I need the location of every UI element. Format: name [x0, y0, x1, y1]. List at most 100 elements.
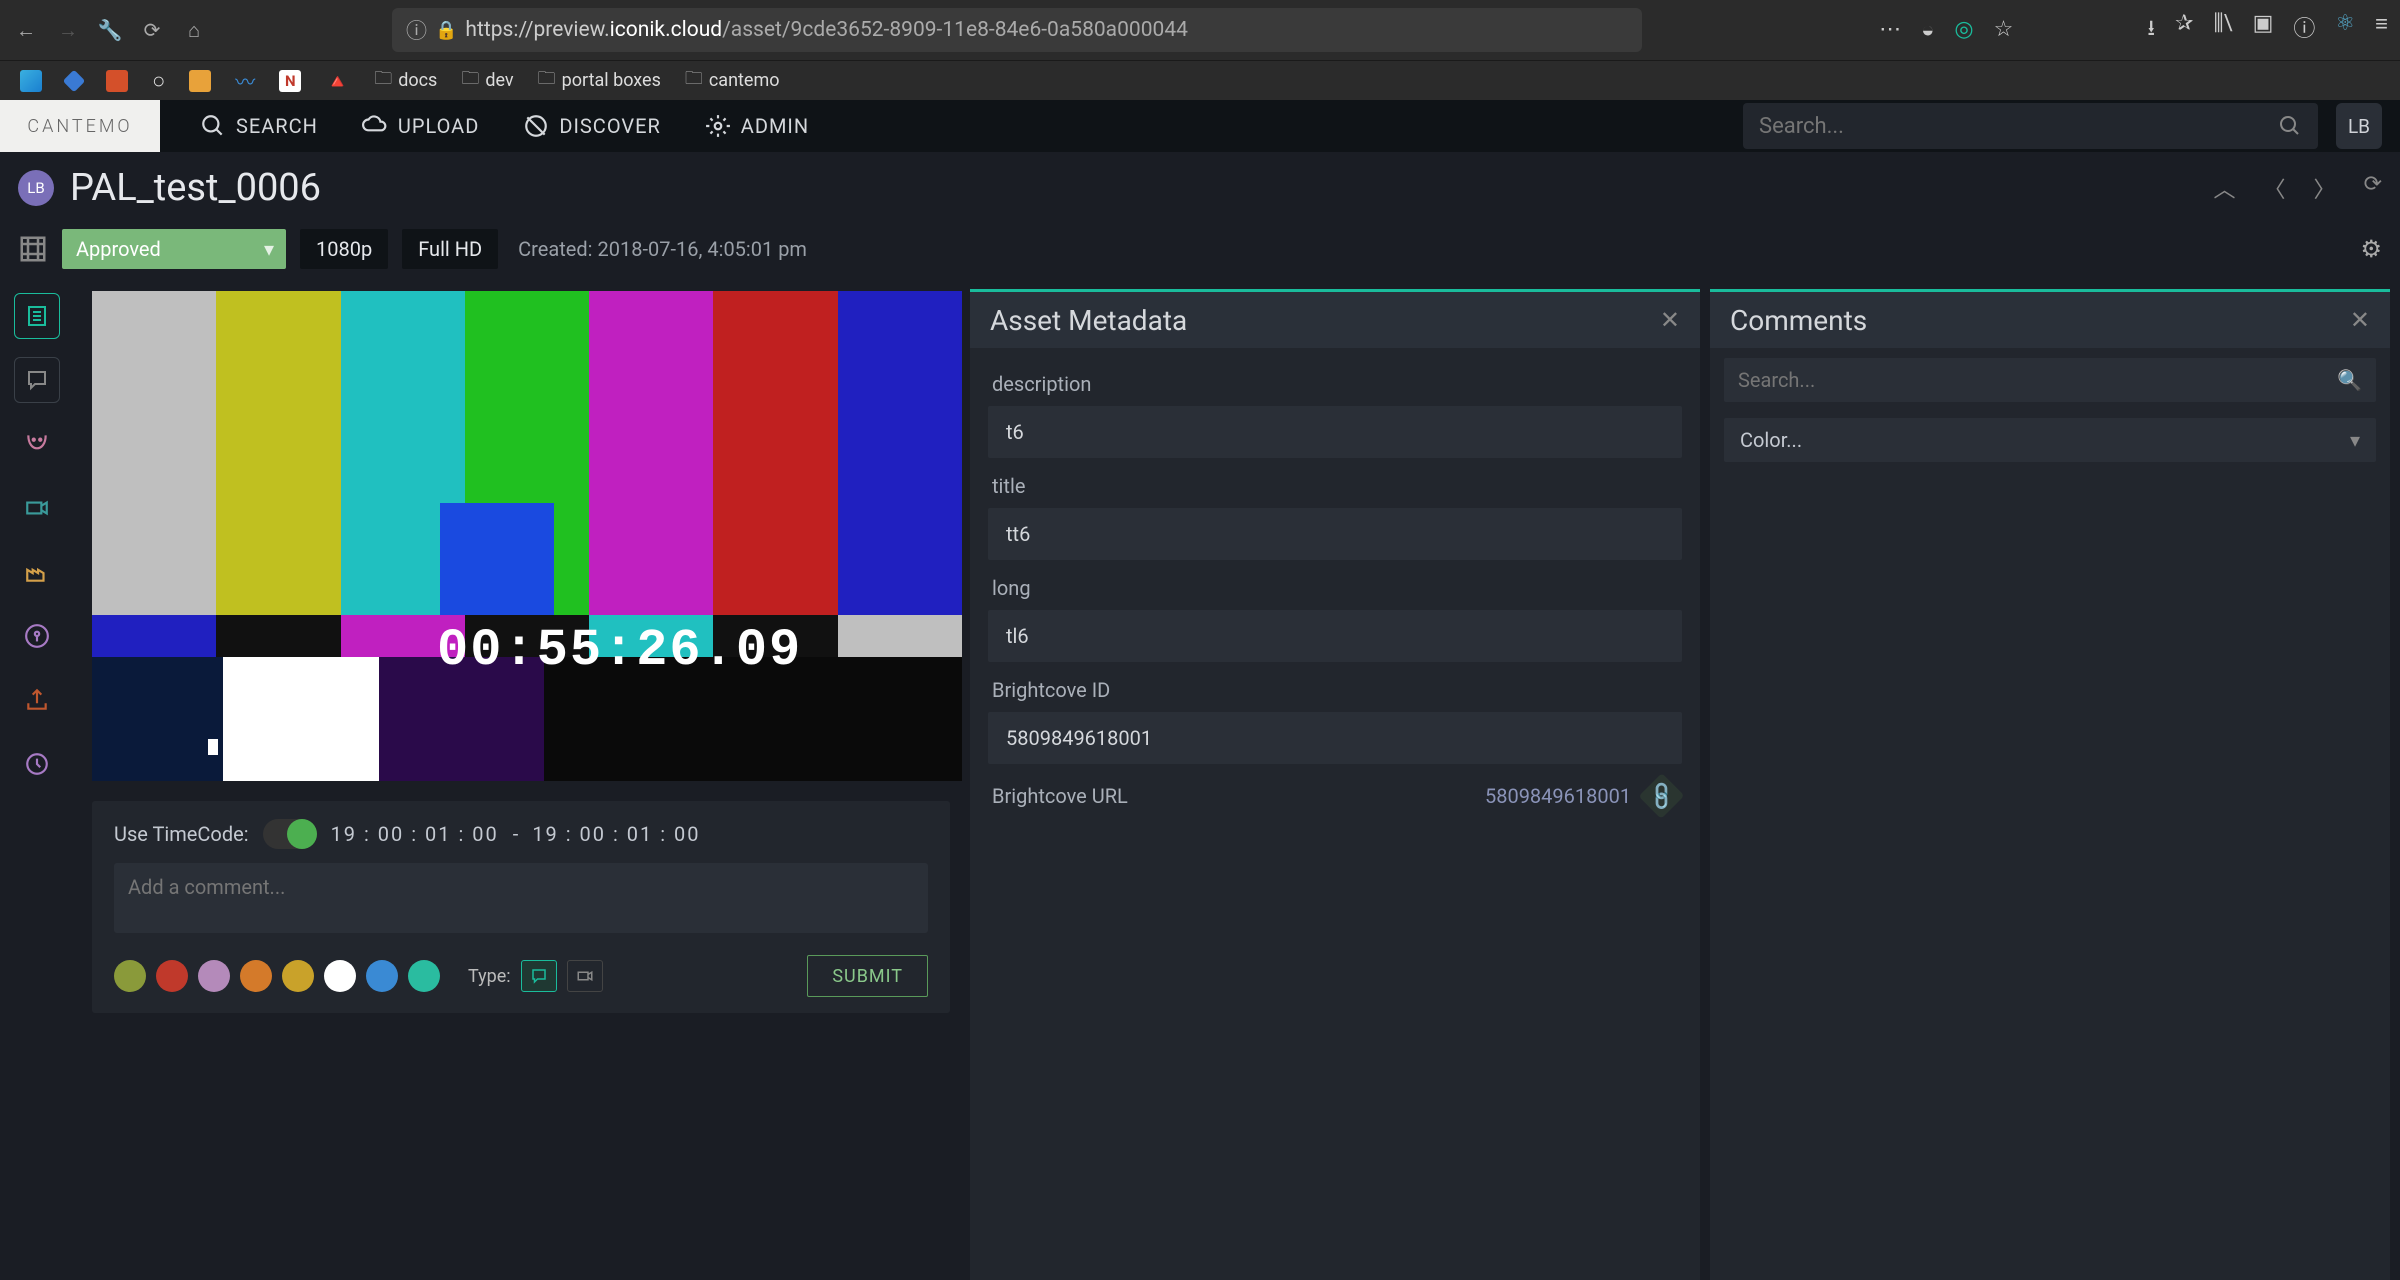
- link-icon[interactable]: 🔗: [1639, 773, 1685, 819]
- type-comment-icon[interactable]: [521, 960, 557, 992]
- meta-description-value[interactable]: t6: [988, 406, 1682, 458]
- bookmark-icon-drive[interactable]: 🔺: [325, 69, 350, 93]
- global-search[interactable]: [1743, 103, 2318, 149]
- url-path: /asset/9cde3652-8909-11e8-84e6-0a580a000…: [722, 18, 1188, 42]
- browser-wrench-icon[interactable]: 🔧: [96, 16, 124, 44]
- color-dot-teal[interactable]: [408, 960, 440, 992]
- resolution-pill: 1080p: [300, 229, 388, 269]
- rail-metadata-icon[interactable]: [14, 293, 60, 339]
- bookmarks-bar: ○ 〰 N 🔺 🗀docs 🗀dev 🗀portal boxes 🗀cantem…: [0, 60, 2400, 100]
- meta-brightcove-url-value[interactable]: 5809849618001: [1485, 784, 1631, 808]
- close-icon[interactable]: ✕: [1660, 306, 1680, 334]
- timecode-overlay: 00:55:26.09: [437, 621, 802, 680]
- nav-search[interactable]: SEARCH: [200, 113, 318, 139]
- target-icon[interactable]: ◎: [1954, 17, 1973, 43]
- menu-icon[interactable]: ≡: [2375, 11, 2388, 49]
- url-prefix: https://preview.: [465, 18, 609, 42]
- comments-panel: Comments ✕ 🔍 Color...: [1710, 289, 2390, 1280]
- meta-brightcove-id-label: Brightcove ID: [988, 668, 1682, 706]
- comment-composer: Use TimeCode: 19 : 00 : 01 : 00 - 19 : 0…: [92, 801, 950, 1013]
- asset-status-row: Approved 1080p Full HD Created: 2018-07-…: [0, 224, 2400, 274]
- film-icon: [18, 234, 48, 264]
- bookmark-icon-n[interactable]: N: [279, 70, 301, 92]
- color-dot-white[interactable]: [324, 960, 356, 992]
- discover-icon: [523, 113, 549, 139]
- bookmark-star-icon[interactable]: ☆: [1994, 17, 2014, 43]
- next-asset-icon[interactable]: 〉: [2314, 172, 2336, 204]
- rail-history-icon[interactable]: [14, 741, 60, 787]
- rail-share-icon[interactable]: [14, 677, 60, 723]
- left-rail: [0, 275, 74, 1280]
- download-icon[interactable]: ⭳: [2147, 11, 2155, 49]
- asset-settings-icon[interactable]: ⚙: [2360, 235, 2382, 263]
- browser-back-icon[interactable]: ←: [12, 16, 40, 44]
- comments-search-input[interactable]: [1724, 358, 2376, 402]
- color-dot-orange[interactable]: [240, 960, 272, 992]
- comment-input[interactable]: [114, 863, 928, 933]
- status-dropdown[interactable]: Approved: [62, 229, 286, 269]
- owner-avatar[interactable]: LB: [18, 170, 54, 206]
- more-icon[interactable]: ⋯: [1879, 17, 1901, 43]
- type-video-icon[interactable]: [567, 960, 603, 992]
- color-picker: [114, 960, 440, 992]
- collapse-up-icon[interactable]: ︿: [2214, 172, 2236, 204]
- bookmark-folder-portal[interactable]: 🗀portal boxes: [538, 66, 661, 96]
- playhead-icon[interactable]: [208, 739, 218, 755]
- color-dot-olive[interactable]: [114, 960, 146, 992]
- asset-title-row: LB PAL_test_0006 ︿ 〈 〉 ⟳: [0, 152, 2400, 224]
- close-icon[interactable]: ✕: [2350, 306, 2370, 334]
- bookmark-icon-github[interactable]: ○: [152, 68, 165, 94]
- browser-forward-icon[interactable]: →: [54, 16, 82, 44]
- meta-brightcove-id-value[interactable]: 5809849618001: [988, 712, 1682, 764]
- bookmark-icon-6[interactable]: 〰: [235, 66, 255, 95]
- rail-camera-icon[interactable]: [14, 485, 60, 531]
- bookmark-icon-3[interactable]: [106, 70, 128, 92]
- app-logo[interactable]: CANTEMO: [0, 100, 160, 152]
- prev-asset-icon[interactable]: 〈: [2264, 172, 2286, 204]
- info-icon[interactable]: ⓘ: [406, 15, 427, 45]
- rail-theater-icon[interactable]: [14, 421, 60, 467]
- bookmark-folder-dev[interactable]: 🗀dev: [461, 66, 513, 96]
- submit-button[interactable]: SUBMIT: [807, 955, 928, 997]
- user-menu[interactable]: LB: [2336, 103, 2382, 149]
- color-dot-lavender[interactable]: [198, 960, 230, 992]
- nav-discover[interactable]: DISCOVER: [523, 113, 660, 139]
- nav-admin[interactable]: ADMIN: [705, 113, 809, 139]
- library-icon[interactable]: ⫼\: [2213, 11, 2232, 49]
- react-icon[interactable]: ⚛: [2335, 11, 2355, 49]
- color-dot-red[interactable]: [156, 960, 188, 992]
- bookmark-folder-cantemo[interactable]: 🗀cantemo: [685, 66, 780, 96]
- meta-long-value[interactable]: tl6: [988, 610, 1682, 662]
- timecode-toggle[interactable]: [263, 819, 317, 849]
- pocket-icon[interactable]: ◒: [1921, 17, 1934, 43]
- color-filter-dropdown[interactable]: Color...: [1724, 418, 2376, 462]
- color-dot-blue[interactable]: [366, 960, 398, 992]
- meta-title-value[interactable]: tt6: [988, 508, 1682, 560]
- tc-start: 19 : 00 : 01 : 00: [331, 822, 499, 846]
- metadata-panel: Asset Metadata ✕ description t6 title tt…: [970, 289, 1700, 1280]
- star-icon[interactable]: ✰: [2175, 11, 2193, 49]
- bookmark-icon-2[interactable]: [63, 69, 86, 92]
- url-domain: iconik.cloud: [610, 18, 722, 42]
- browser-home-icon[interactable]: ⌂: [180, 16, 208, 44]
- refresh-icon[interactable]: ⟳: [2364, 172, 2382, 204]
- rail-keyhole-icon[interactable]: [14, 613, 60, 659]
- nav-upload[interactable]: UPLOAD: [362, 113, 479, 139]
- bookmark-icon-5[interactable]: [189, 70, 211, 92]
- browser-reload-icon[interactable]: ⟳: [138, 16, 166, 44]
- rail-factory-icon[interactable]: [14, 549, 60, 595]
- url-bar[interactable]: ⓘ 🔒 https://preview.iconik.cloud/asset/9…: [392, 8, 1642, 52]
- bookmark-icon-1[interactable]: [20, 70, 42, 92]
- color-dot-gold[interactable]: [282, 960, 314, 992]
- search-icon: [200, 113, 226, 139]
- gear-icon: [705, 113, 731, 139]
- global-search-input[interactable]: [1759, 114, 2278, 139]
- info2-icon[interactable]: ⓘ: [2293, 11, 2315, 49]
- rail-comment-icon[interactable]: [14, 357, 60, 403]
- meta-title-label: title: [988, 464, 1682, 502]
- bookmark-folder-docs[interactable]: 🗀docs: [374, 66, 437, 96]
- video-preview[interactable]: 00:55:26.09: [92, 291, 962, 781]
- preview-column: 00:55:26.09 Use TimeCode: 19 : 00 : 01 :…: [74, 275, 964, 1280]
- sidebar-icon[interactable]: ▣: [2253, 11, 2274, 49]
- search-icon[interactable]: 🔍: [2337, 368, 2362, 392]
